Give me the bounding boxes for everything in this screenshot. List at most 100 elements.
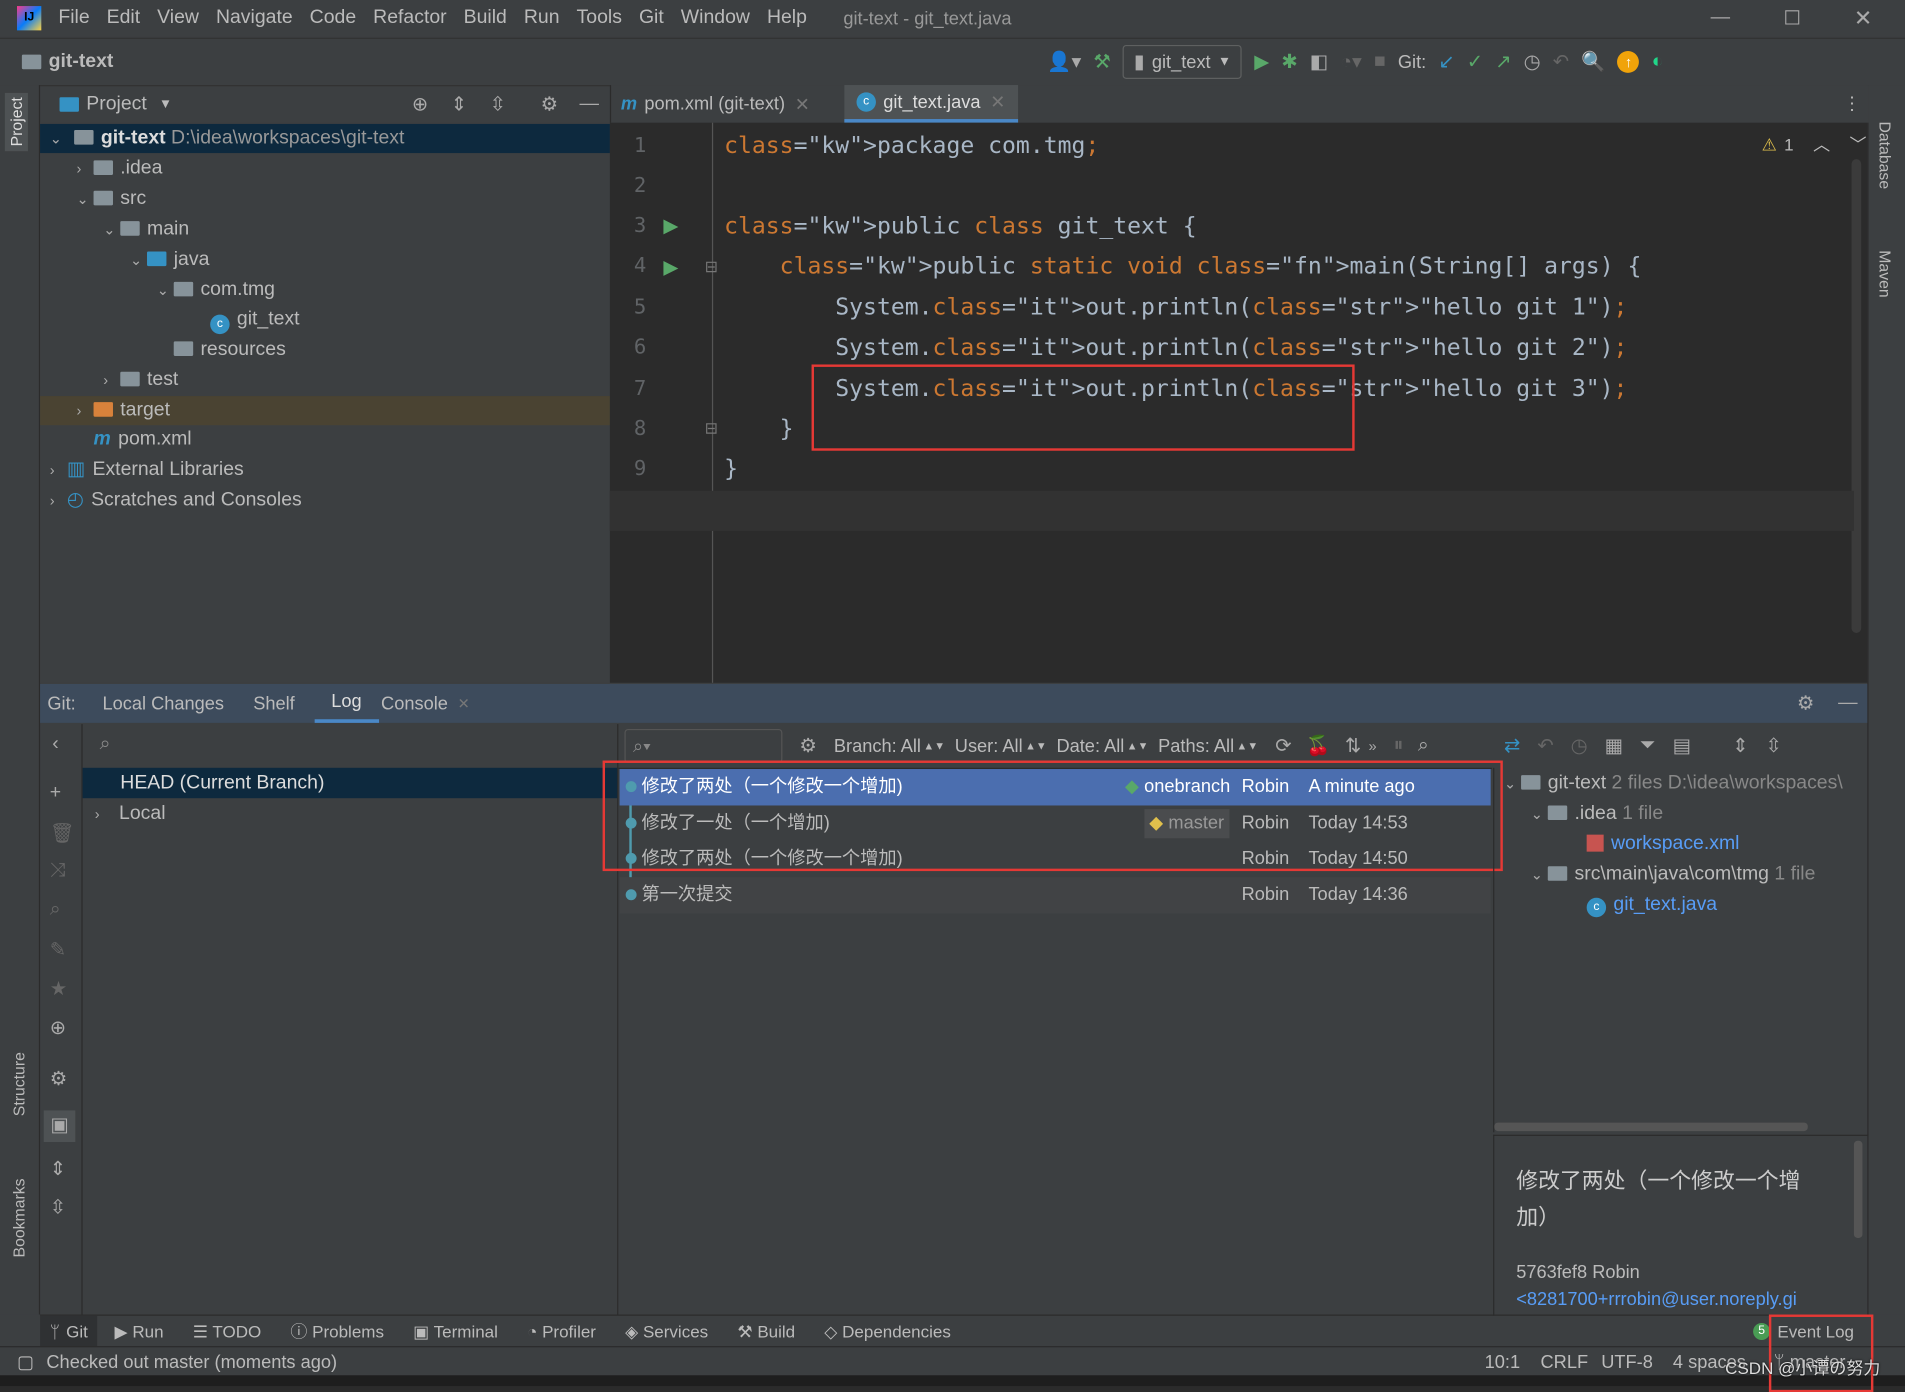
toolwindow-terminal[interactable]: ▣ Terminal <box>413 1321 498 1342</box>
menu-git[interactable]: Git <box>639 7 664 29</box>
chevron-down-icon[interactable]: ▼ <box>159 97 172 112</box>
group-by-icon[interactable]: ▦ <box>1605 734 1623 758</box>
menu-help[interactable]: Help <box>767 7 807 29</box>
close-tab-icon[interactable]: ✕ <box>795 93 810 115</box>
locate-icon[interactable]: ⊕ <box>412 92 428 116</box>
toolwindow-problems[interactable]: ⓘ Problems <box>290 1319 384 1343</box>
update-project-icon[interactable]: ↙ <box>1438 50 1454 74</box>
log-search-input[interactable]: ⌕▾ <box>624 728 783 763</box>
menu-code[interactable]: Code <box>310 7 356 29</box>
profile-icon[interactable]: ◔▾ <box>1340 50 1362 74</box>
run-config-select[interactable]: ▮ git_text ▼ <box>1122 44 1243 79</box>
debug-icon[interactable]: ✱ <box>1281 50 1297 74</box>
tree-item-pom[interactable]: m pom.xml <box>94 425 192 454</box>
expand-all-icon[interactable]: ⇕ <box>451 92 467 116</box>
more-tabs-icon[interactable]: ⋮ <box>1843 92 1861 115</box>
changes-dir[interactable]: ⌄ src\main\java\com\tmg 1 file <box>1531 860 1816 889</box>
tab-pom-xml[interactable]: m pom.xml (git-text) ✕ <box>621 85 810 123</box>
layout-icon[interactable]: ▤ <box>1673 734 1691 758</box>
menu-view[interactable]: View <box>157 7 199 29</box>
menu-window[interactable]: Window <box>681 7 750 29</box>
expand-all-icon[interactable]: ⇕ <box>50 1157 66 1181</box>
history-icon[interactable]: ◷ <box>1571 734 1588 758</box>
line-separator[interactable]: CRLF <box>1540 1352 1588 1373</box>
branch-search-input[interactable] <box>126 728 606 761</box>
gear-icon[interactable]: ⚙ <box>50 1067 67 1091</box>
collapse-all-icon[interactable]: ⇳ <box>490 92 506 116</box>
toolwindow-profiler[interactable]: ◔ Profiler <box>527 1322 596 1341</box>
tree-item-src[interactable]: ⌄ src <box>77 185 147 214</box>
tree-item-test[interactable]: › test <box>103 366 178 395</box>
gear-icon[interactable]: ⚙ <box>799 734 816 758</box>
inspection-widget[interactable]: ⚠ 1 ︿ ﹀ <box>1762 132 1867 156</box>
branch-local[interactable]: › Local <box>83 798 166 828</box>
horizontal-scrollbar[interactable] <box>1494 1122 1808 1132</box>
tree-item-git-text-class[interactable]: c git_text <box>210 305 300 335</box>
sort-icon[interactable]: ⇅ <box>1345 734 1361 758</box>
tab-log[interactable]: Log <box>314 684 379 723</box>
menu-navigate[interactable]: Navigate <box>216 7 293 29</box>
bookmarks-strip-button[interactable]: Bookmarks <box>10 1178 28 1257</box>
close-tab-icon[interactable]: ✕ <box>990 91 1005 113</box>
tree-item-main[interactable]: ⌄ main <box>103 215 189 244</box>
tree-item-idea[interactable]: › .idea <box>77 154 163 183</box>
menu-tools[interactable]: Tools <box>577 7 622 29</box>
user-filter[interactable]: User: All <box>955 736 1023 757</box>
search-icon[interactable]: ⌕ <box>50 899 61 921</box>
compare-icon[interactable]: ⇄ <box>1504 734 1520 758</box>
tab-console[interactable]: Console <box>381 693 448 714</box>
menu-run[interactable]: Run <box>524 7 560 29</box>
menu-build[interactable]: Build <box>464 7 507 29</box>
menu-file[interactable]: File <box>58 7 89 29</box>
fold-icon[interactable]: ⊟ <box>705 258 718 277</box>
maximize-button[interactable]: ☐ <box>1783 6 1800 30</box>
database-strip-button[interactable]: Database <box>1876 121 1894 189</box>
branch-head[interactable]: HEAD (Current Branch) <box>82 767 618 799</box>
update-available-icon[interactable]: ↑ <box>1617 51 1640 73</box>
group-by-repo-icon[interactable]: ▣ <box>43 1110 76 1143</box>
hide-icon[interactable]: — <box>1838 692 1857 714</box>
add-icon[interactable]: + <box>50 782 61 804</box>
tree-item-external-libraries[interactable]: › ▥ External Libraries <box>50 456 244 485</box>
tree-item-target[interactable]: › target <box>40 396 610 426</box>
tree-item-java[interactable]: ⌄ java <box>130 245 209 274</box>
toolwindow-build[interactable]: ⚒ Build <box>737 1321 795 1342</box>
run-main-gutter-icon[interactable]: ▶ <box>663 255 678 279</box>
star-icon[interactable]: ★ <box>50 977 67 1001</box>
file-encoding[interactable]: UTF-8 <box>1601 1352 1653 1373</box>
fold-icon[interactable]: ⊟ <box>705 419 718 438</box>
toolwindow-services[interactable]: ◈ Services <box>625 1321 708 1342</box>
run-icon[interactable]: ▶ <box>1254 50 1269 74</box>
project-strip-button[interactable]: Project <box>4 92 28 152</box>
refresh-icon[interactable]: ⟳ <box>1275 734 1291 758</box>
search-icon[interactable]: 🔍 <box>1581 50 1605 74</box>
hide-icon[interactable]: — <box>580 93 599 115</box>
tree-item-git-text[interactable]: ⌄ git-text D:\idea\workspaces\git-text <box>40 123 610 154</box>
search-icon[interactable]: ⌕ <box>1418 735 1429 757</box>
toolwindow-run[interactable]: ▶ Run <box>115 1321 164 1342</box>
maven-strip-button[interactable]: Maven <box>1876 250 1894 297</box>
caret-position[interactable]: 10:1 <box>1485 1352 1520 1373</box>
build-hammer-icon[interactable]: ⚒ <box>1093 50 1110 74</box>
cherry-pick-icon[interactable]: 🍒 <box>1306 734 1330 758</box>
code-with-me-icon[interactable]: ◐ <box>1652 51 1664 73</box>
revert-icon[interactable]: ↶ <box>1537 734 1553 758</box>
paths-filter[interactable]: Paths: All <box>1158 736 1234 757</box>
close-tab-icon[interactable]: ✕ <box>458 695 470 712</box>
rollback-icon[interactable]: ↶ <box>1553 50 1569 74</box>
commit-row[interactable]: 第一次提交 Robin Today 14:36 <box>619 877 1491 914</box>
more-icon[interactable]: » <box>1368 737 1376 754</box>
gear-icon[interactable]: ⚙ <box>541 92 558 116</box>
collapse-panel-icon[interactable]: ‹ <box>52 734 58 756</box>
history-icon[interactable]: ◷ <box>1524 50 1541 74</box>
edit-icon[interactable]: ✎ <box>50 938 66 962</box>
toolwindow-dependencies[interactable]: ◇ Dependencies <box>824 1321 951 1342</box>
pause-icon[interactable]: ⏸ <box>1394 735 1404 757</box>
expand-all-icon[interactable]: ⇕ <box>1732 734 1748 758</box>
project-view-select[interactable]: Project <box>86 93 146 115</box>
date-filter[interactable]: Date: All <box>1056 736 1124 757</box>
editor-scrollbar[interactable] <box>1851 159 1862 633</box>
run-class-gutter-icon[interactable]: ▶ <box>663 214 678 238</box>
changed-file[interactable]: c git_text.java <box>1586 891 1717 920</box>
author-email-link[interactable]: <8281700+rrrobin@user.noreply.gi <box>1516 1289 1797 1310</box>
